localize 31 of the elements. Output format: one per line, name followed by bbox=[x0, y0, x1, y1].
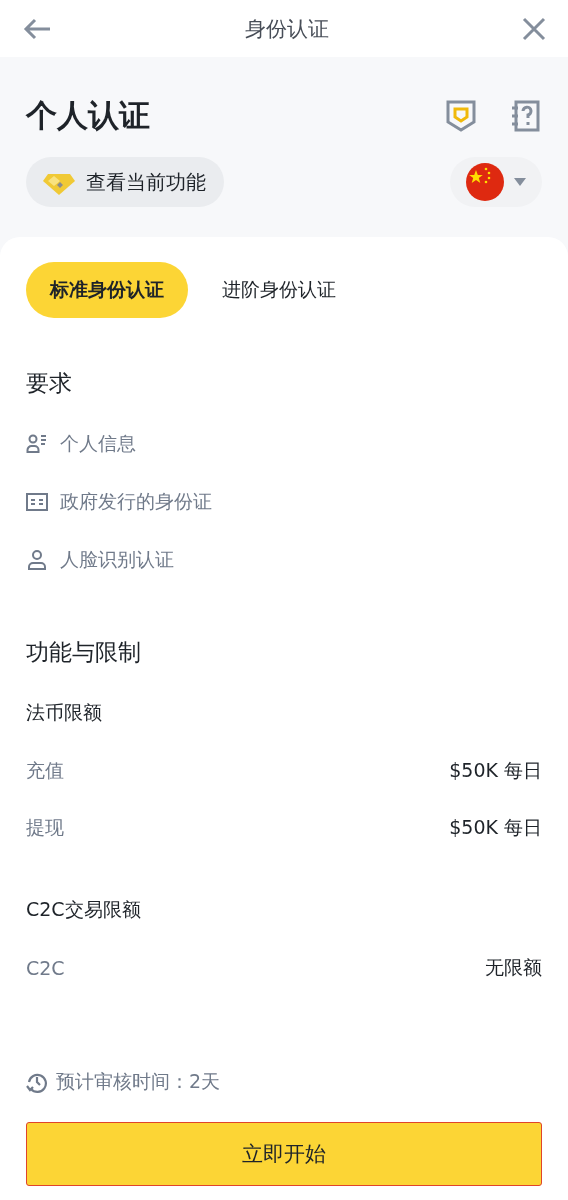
limit-group-title: C2C交易限额 bbox=[26, 897, 142, 922]
section-heading: 要求 bbox=[26, 369, 73, 398]
country-selector[interactable] bbox=[450, 157, 542, 207]
limit-value: $50K 每日 bbox=[449, 757, 542, 783]
tab[interactable]: 标准身份认证 bbox=[26, 262, 188, 318]
limit-value: $50K 每日 bbox=[449, 814, 542, 840]
page-title: 身份认证 bbox=[245, 15, 329, 43]
id-card-icon bbox=[26, 492, 48, 512]
back-icon[interactable] bbox=[22, 16, 52, 41]
view-features-button[interactable]: 查看当前功能 bbox=[26, 157, 224, 207]
requirement-label: 个人信息 bbox=[60, 431, 136, 456]
person-icon bbox=[26, 549, 48, 571]
section-heading: 功能与限制 bbox=[26, 638, 142, 667]
clock-icon bbox=[26, 1071, 48, 1093]
tab[interactable]: 进阶身份认证 bbox=[198, 262, 360, 318]
review-time-text: 预计审核时间：2天 bbox=[56, 1069, 221, 1094]
limit-label: C2C bbox=[26, 956, 65, 979]
help-book-icon[interactable] bbox=[510, 100, 540, 132]
requirement-label: 人脸识别认证 bbox=[60, 547, 174, 572]
flag-icon bbox=[466, 163, 504, 201]
caret-icon bbox=[514, 178, 526, 186]
close-icon[interactable] bbox=[522, 16, 546, 41]
limit-label: 提现 bbox=[26, 814, 64, 840]
limit-label: 充值 bbox=[26, 757, 64, 783]
start-button[interactable]: 立即开始 bbox=[26, 1122, 542, 1186]
profile-icon bbox=[26, 433, 48, 455]
shield-icon[interactable] bbox=[446, 100, 476, 132]
limit-group-title: 法币限额 bbox=[26, 700, 103, 725]
requirement-label: 政府发行的身份证 bbox=[60, 489, 212, 514]
section-title: 个人认证 bbox=[26, 96, 150, 135]
limit-value: 无限额 bbox=[485, 954, 542, 980]
